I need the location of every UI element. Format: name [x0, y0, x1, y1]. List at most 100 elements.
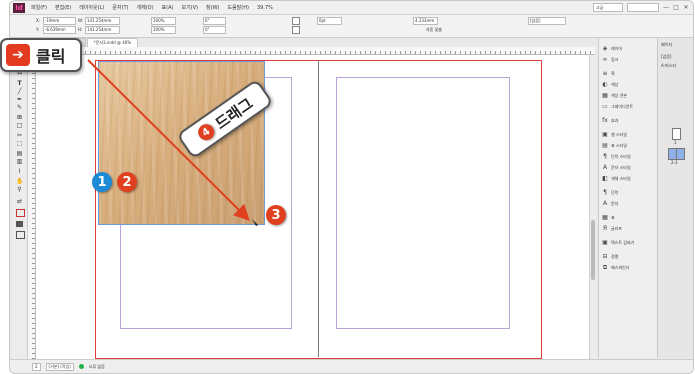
maximize-button[interactable]: □ — [673, 4, 679, 11]
page-thumb-3[interactable] — [676, 148, 685, 160]
scale-y-field[interactable]: 100% — [151, 26, 176, 34]
links-icon: ∞ — [602, 56, 608, 63]
panel-color[interactable]: ◐ 색상 — [602, 80, 618, 90]
panel-pathfinder[interactable]: ⧉ 패스파인더 — [602, 263, 630, 273]
object-style-select[interactable]: [없음] — [528, 17, 566, 25]
vertical-ruler[interactable] — [28, 54, 36, 359]
panel-layers[interactable]: ◈ 레이어 — [602, 44, 622, 54]
menu-file[interactable]: 파일(F) — [31, 4, 47, 11]
eyedropper-tool-icon[interactable]: ⌇ — [16, 169, 23, 175]
align-icon: ⊟ — [602, 253, 608, 260]
object-styles-icon: ◧ — [602, 175, 608, 182]
panel-glyphs[interactable]: Я 글리프 — [602, 224, 622, 234]
indesign-app-icon: Id — [13, 2, 25, 13]
page-number-1: 1 — [674, 140, 677, 145]
panel-cell-styles-label: 셀 스타일 — [611, 132, 627, 137]
char-styles-icon: A — [602, 164, 608, 171]
stroke-weight-field[interactable]: 0pt — [317, 17, 342, 25]
panel-dock: ◈ 레이어 ∞ 링크 ≡ 획 ◐ 색상 ▦ 색상 견본 ▭ 그레이디언트 fx 효과 ▣ 셀 스… — [598, 38, 657, 358]
minimize-button[interactable]: — — [663, 4, 669, 11]
scale-x-field[interactable]: 100% — [151, 17, 176, 25]
panel-table-styles[interactable]: ▤ 표 스타일 — [602, 141, 627, 151]
stroke-swatch-icon[interactable] — [292, 26, 300, 34]
menu-object[interactable]: 개체(O) — [137, 4, 154, 11]
panel-glyphs-label: 글리프 — [611, 226, 623, 231]
panel-object-styles[interactable]: ◧ 개체 스타일 — [602, 174, 631, 184]
panel-text-wrap[interactable]: ▣ 텍스트 감싸기 — [602, 238, 634, 248]
panel-stroke[interactable]: ≡ 획 — [602, 69, 614, 79]
panel-effects[interactable]: fx 효과 — [602, 116, 618, 126]
normal-mode-icon[interactable] — [16, 231, 25, 239]
panel-character-label: 문자 — [611, 201, 619, 206]
page-number-field[interactable]: 2 — [32, 362, 41, 371]
pages-panel: 페이지 [없음] A-마스터 1 2-3 — [657, 38, 693, 358]
menu-window[interactable]: 창(W) — [206, 4, 219, 11]
y-field[interactable]: -6.639mm — [43, 26, 76, 34]
fill-swatch-icon[interactable] — [292, 17, 300, 25]
fill-stroke-none-icon[interactable] — [16, 209, 25, 217]
step-badge-1: 1 — [92, 172, 112, 192]
x-field[interactable]: -19mm — [43, 17, 76, 25]
hand-tool-icon[interactable]: ✋ — [16, 179, 23, 185]
panel-cell-styles[interactable]: ▣ 셀 스타일 — [602, 130, 627, 140]
h-field[interactable]: 141.254mm — [85, 26, 120, 34]
scrollbar-thumb[interactable] — [591, 220, 595, 280]
rotate-field[interactable]: 0° — [203, 17, 226, 25]
shear-field[interactable]: 0° — [203, 26, 226, 34]
line-tool-icon[interactable]: ╱ — [16, 89, 23, 95]
pen-tool-icon[interactable]: ✒ — [16, 97, 23, 103]
scissors-tool-icon[interactable]: ✂ — [16, 133, 23, 139]
auto-fit-label[interactable]: 자동 맞춤 — [426, 27, 442, 33]
pages-panel-title[interactable]: 페이지 — [661, 42, 672, 48]
free-transform-tool-icon[interactable]: ⬚ — [16, 141, 23, 147]
formatting-container-icon[interactable] — [16, 221, 23, 227]
h-label: H: — [78, 27, 83, 32]
note-tool-icon[interactable]: ▥ — [16, 159, 23, 165]
horizontal-ruler[interactable] — [35, 47, 595, 55]
rectangle-tool-icon[interactable]: □ — [16, 123, 23, 129]
panel-gradient[interactable]: ▭ 그레이디언트 — [602, 102, 633, 112]
panel-char-styles[interactable]: A 문자 스타일 — [602, 163, 631, 173]
workspace-select[interactable]: 고급 — [593, 3, 623, 12]
table-styles-icon: ▤ — [602, 142, 608, 149]
pasteboard[interactable] — [36, 55, 596, 359]
zoom-tool-icon[interactable]: ⚲ — [16, 187, 23, 193]
panel-swatches[interactable]: ▦ 색상 견본 — [602, 91, 627, 101]
gradient-icon: ▭ — [602, 103, 608, 110]
panel-character[interactable]: A 문자 — [602, 199, 618, 209]
close-button[interactable]: ✕ — [683, 4, 689, 11]
menu-layout[interactable]: 레이아웃(L) — [79, 4, 104, 11]
menu-view[interactable]: 보기(V) — [181, 4, 198, 11]
y-label: Y: — [36, 27, 40, 32]
page-thumb-1[interactable] — [672, 128, 681, 140]
swap-fill-stroke-icon[interactable]: ⇄ — [16, 199, 23, 205]
gradient-tool-icon[interactable]: ▤ — [16, 151, 23, 157]
panel-object-styles-label: 개체 스타일 — [611, 176, 631, 181]
panel-paragraph-label: 단락 — [611, 190, 619, 195]
pencil-tool-icon[interactable]: ✎ — [16, 105, 23, 111]
width-field[interactable]: 4.233mm — [413, 17, 438, 25]
panel-gradient-label: 그레이디언트 — [611, 104, 634, 109]
step-badge-3: 3 — [266, 205, 286, 225]
help-search-input[interactable] — [627, 3, 659, 12]
panel-paragraph[interactable]: ¶ 단락 — [602, 188, 618, 198]
panel-para-styles[interactable]: ¶ 단락 스타일 — [602, 152, 631, 162]
menu-edit[interactable]: 편집(E) — [55, 4, 71, 11]
rectangle-frame-tool-icon[interactable]: ⊠ — [16, 115, 23, 121]
menu-help[interactable]: 도움말(H) — [227, 4, 248, 11]
panel-table[interactable]: ▦ 표 — [602, 213, 615, 223]
panel-links[interactable]: ∞ 링크 — [602, 55, 619, 65]
type-tool-icon[interactable]: T — [16, 81, 23, 87]
none-master-label[interactable]: [없음] — [661, 54, 671, 60]
preflight-profile[interactable]: [기본] (작업) — [45, 362, 74, 371]
a-master-label[interactable]: A-마스터 — [661, 63, 676, 69]
menu-type[interactable]: 문자(T) — [112, 4, 128, 11]
vertical-scrollbar[interactable] — [589, 55, 596, 359]
panel-align[interactable]: ⊟ 정렬 — [602, 252, 618, 262]
control-bar: X: -19mm Y: -6.639mm W: 141.254mm H: 141… — [10, 15, 693, 38]
table-icon: ▦ — [602, 214, 608, 221]
stroke-icon: ≡ — [602, 70, 608, 77]
w-field[interactable]: 141.254mm — [85, 17, 120, 25]
zoom-level[interactable]: 39.7% — [257, 5, 273, 11]
menu-table[interactable]: 표(A) — [162, 4, 174, 11]
